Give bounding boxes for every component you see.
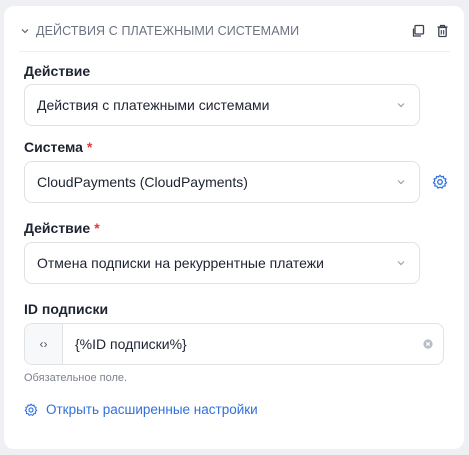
block-title: ДЕЙСТВИЯ С ПЛАТЕЖНЫМИ СИСТЕМАМИ <box>36 24 300 38</box>
subscription-id-label-text: ID подписки <box>24 301 109 317</box>
open-advanced-settings-link[interactable]: Открыть расширенные настройки <box>24 402 258 417</box>
system-label-text: Система <box>24 139 83 155</box>
system-label: Система * <box>24 139 92 155</box>
action2-label-text: Действие <box>24 220 91 236</box>
action2-select-value: Отмена подписки на рекуррентные платежи <box>37 255 324 271</box>
gear-icon <box>24 403 38 417</box>
chevron-down-icon <box>395 176 407 188</box>
chevron-down-icon <box>395 99 407 111</box>
subscription-id-input[interactable] <box>63 324 413 364</box>
system-select-value: CloudPayments (CloudPayments) <box>37 174 248 190</box>
action2-label: Действие * <box>24 220 100 236</box>
required-hint: Обязательное поле. <box>24 372 128 384</box>
block-header: ДЕЙСТВИЯ С ПЛАТЕЖНЫМИ СИСТЕМАМИ <box>18 20 450 42</box>
trash-icon[interactable] <box>434 23 450 39</box>
subscription-id-label: ID подписки <box>24 301 108 317</box>
copy-icon[interactable] <box>410 23 426 39</box>
chevron-down-icon[interactable] <box>18 24 32 38</box>
required-mark: * <box>86 139 93 155</box>
subscription-id-input-group: ‹› <box>24 323 444 365</box>
code-brackets-icon[interactable]: ‹› <box>25 324 63 364</box>
action-label-text: Действие <box>24 63 91 79</box>
chevron-down-icon <box>395 257 407 269</box>
advanced-settings-label: Открыть расширенные настройки <box>46 402 258 417</box>
block-actions <box>410 23 450 39</box>
action-select-value: Действия с платежными системами <box>37 97 270 113</box>
required-mark: * <box>94 220 100 236</box>
header-divider <box>19 51 450 52</box>
action-block-card: ДЕЙСТВИЯ С ПЛАТЕЖНЫМИ СИСТЕМАМИ Действие <box>4 6 464 449</box>
action-select[interactable]: Действия с платежными системами <box>24 84 420 126</box>
clear-icon[interactable] <box>413 324 443 364</box>
action-label: Действие <box>24 63 90 79</box>
action2-select[interactable]: Отмена подписки на рекуррентные платежи <box>24 242 420 284</box>
gear-icon[interactable] <box>432 174 448 190</box>
system-select[interactable]: CloudPayments (CloudPayments) <box>24 161 420 203</box>
